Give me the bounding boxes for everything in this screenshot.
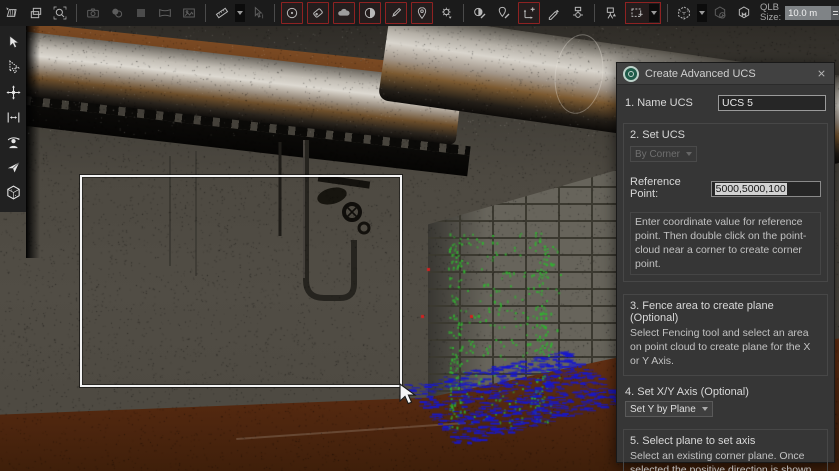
fence-area-label: 3. Fence area to create plane (Optional): [630, 300, 821, 324]
dialog-titlebar[interactable]: Create Advanced UCS: [617, 63, 834, 85]
measure-link-icon[interactable]: [385, 2, 407, 24]
mouse-cursor: [397, 383, 419, 407]
reference-point-input[interactable]: 5000,5000,100: [711, 181, 821, 197]
deselect-cursor-icon[interactable]: [2, 55, 24, 80]
create-advanced-ucs-dialog: Create Advanced UCS 1. Name UCS UCS 5 2.…: [616, 62, 835, 463]
toolbar-separator: [76, 4, 77, 22]
sphere-target-icon[interactable]: [359, 2, 381, 24]
snapshot-camera-icon[interactable]: [83, 3, 103, 23]
toolbar-separator: [667, 4, 668, 22]
zoom-to-selection-icon[interactable]: [50, 3, 70, 23]
toolbar-separator: [205, 4, 206, 22]
axis-mode-dropdown[interactable]: Set Y by Plane: [625, 401, 713, 417]
set-ucs-group: 2. Set UCS By Corner Reference Point: 50…: [623, 123, 828, 282]
create-ucs-icon[interactable]: [518, 2, 540, 24]
select-plane-label: 5. Select plane to set axis: [630, 435, 821, 447]
ucs-name-input[interactable]: UCS 5: [718, 95, 826, 111]
dialog-title: Create Advanced UCS: [645, 68, 814, 80]
toolbar-separator: [463, 4, 464, 22]
fence-selection-group[interactable]: [625, 2, 661, 24]
overlap-windows-icon[interactable]: [26, 3, 46, 23]
walkthrough-icon[interactable]: [2, 130, 24, 155]
toolbar-separator: [594, 4, 595, 22]
navigation-toolbar: [0, 26, 26, 212]
name-ucs-label: 1. Name UCS: [625, 97, 693, 109]
scan-station-icon[interactable]: [601, 3, 621, 23]
classification-edit-icon[interactable]: [470, 3, 490, 23]
solid-view-icon[interactable]: [131, 3, 151, 23]
image-view-icon[interactable]: [179, 3, 199, 23]
measure-tool-icon[interactable]: [212, 3, 232, 23]
pin-edit-icon[interactable]: [494, 3, 514, 23]
settings-gear-icon[interactable]: [437, 3, 457, 23]
probe-cursor-icon[interactable]: [248, 3, 268, 23]
pan-constrained-icon[interactable]: [2, 105, 24, 130]
set-axis-label: 4. Set X/Y Axis (Optional): [625, 386, 826, 398]
select-cursor-icon[interactable]: [2, 30, 24, 55]
qlb-cube-icon[interactable]: [674, 3, 694, 23]
dimension-view-icon[interactable]: [568, 3, 588, 23]
ucs-method-dropdown: By Corner: [630, 146, 697, 162]
reference-help-text: Enter coordinate value for reference poi…: [630, 212, 821, 275]
point-cloud-icon[interactable]: [333, 2, 355, 24]
set-ucs-label: 2. Set UCS: [630, 129, 821, 141]
fence-area-group: 3. Fence area to create plane (Optional)…: [623, 294, 828, 376]
cube-view-icon[interactable]: [2, 180, 24, 205]
dialog-body: 1. Name UCS UCS 5 2. Set UCS By Corner R…: [617, 85, 834, 471]
qlb-size-control: QLBSize: 10.0 m: [760, 3, 839, 23]
ucs-dialog-icon: [623, 66, 639, 82]
qlb-cube-time-icon[interactable]: [710, 3, 730, 23]
fly-icon[interactable]: [2, 155, 24, 180]
fence-selection-dropdown[interactable]: [649, 4, 659, 22]
navigate-move-icon[interactable]: [2, 80, 24, 105]
qlb-size-label: QLBSize:: [760, 3, 781, 23]
tag-icon[interactable]: [307, 2, 329, 24]
select-plane-group: 5. Select plane to set axis Select an ex…: [623, 429, 828, 471]
set-axis-section: 4. Set X/Y Axis (Optional) Set Y by Plan…: [623, 386, 828, 417]
toolbar-separator: [274, 4, 275, 22]
measure-dropdown[interactable]: [235, 4, 245, 22]
qlb-size-input[interactable]: 10.0 m: [785, 6, 831, 20]
pen-tool-icon[interactable]: [544, 3, 564, 23]
qlb-cube-m-icon[interactable]: [734, 3, 754, 23]
qlb-cube-dropdown[interactable]: [697, 4, 707, 22]
reference-point-label: Reference Point:: [630, 176, 711, 200]
fence-help-text: Select Fencing tool and select an area o…: [630, 327, 821, 369]
close-icon[interactable]: [814, 67, 828, 81]
point-spheres-icon[interactable]: [107, 3, 127, 23]
scan-target-icon[interactable]: [281, 2, 303, 24]
fence-selection-rectangle[interactable]: [80, 175, 402, 387]
top-toolbar: QLBSize: 10.0 m: [0, 0, 839, 26]
panorama-view-icon[interactable]: [155, 3, 175, 23]
fence-export-icon[interactable]: [2, 3, 22, 23]
fence-selection-icon[interactable]: [627, 3, 647, 23]
location-pin-icon[interactable]: [411, 2, 433, 24]
plane-help-text: Select an existing corner plane. Once se…: [630, 450, 821, 471]
qlb-size-stepper[interactable]: [831, 6, 839, 20]
point-cloud-application-window: QLBSize: 10.0 m: [0, 0, 839, 471]
